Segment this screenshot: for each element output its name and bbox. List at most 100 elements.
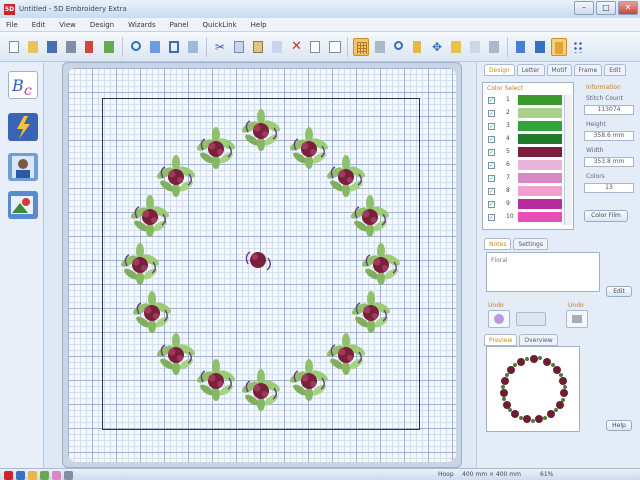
wand-icon[interactable] — [551, 37, 567, 56]
status-design-icon[interactable] — [16, 471, 25, 480]
color-row[interactable]: ✓ 7 — [486, 172, 572, 184]
undo-history-button[interactable] — [516, 312, 546, 326]
measure-icon[interactable] — [448, 38, 464, 56]
picture-icon[interactable] — [8, 191, 38, 219]
ruler-icon[interactable] — [372, 38, 388, 56]
width-value: 353.8 mm — [584, 157, 634, 167]
color-icon[interactable] — [532, 38, 548, 56]
status-bar: Hoop 400 mm × 400 mm 61% — [0, 468, 640, 480]
menu-wizards[interactable]: Wizards — [128, 21, 156, 29]
tab-preview[interactable]: Preview — [484, 334, 518, 346]
title-bar: 5D Untitled - 5D Embroidery Extra – □ ✕ — [0, 0, 640, 18]
status-folder-icon[interactable] — [28, 471, 37, 480]
menu-design[interactable]: Design — [90, 21, 114, 29]
settings-icon[interactable] — [570, 38, 586, 56]
menu-help[interactable]: Help — [251, 21, 267, 29]
menu-view[interactable]: View — [59, 21, 76, 29]
color-swatch — [518, 134, 562, 144]
color-row[interactable]: ✓ 5 — [486, 146, 572, 158]
move-icon[interactable]: ✥ — [429, 38, 445, 56]
design-preview — [486, 346, 580, 432]
tab-design[interactable]: Design — [484, 64, 515, 76]
redo-icon[interactable] — [147, 38, 163, 56]
menu-panel[interactable]: Panel — [170, 21, 189, 29]
app-logo-icon: 5D — [4, 3, 15, 15]
undo-icon[interactable] — [128, 38, 144, 56]
tab-letter[interactable]: Letter — [516, 64, 545, 76]
notes-tabs: Notes Settings — [484, 238, 548, 250]
toolbar-divider — [347, 36, 348, 57]
menu-quicklink[interactable]: QuickLink — [203, 21, 237, 29]
save-icon[interactable] — [44, 38, 60, 56]
tab-frame[interactable]: Frame — [573, 64, 603, 76]
tab-edit[interactable]: Edit — [604, 64, 626, 76]
color-row[interactable]: ✓ 4 — [486, 133, 572, 145]
close-button[interactable]: ✕ — [618, 1, 638, 15]
import-icon[interactable] — [82, 38, 98, 56]
edit-button[interactable]: Edit — [606, 286, 632, 297]
tab-overview[interactable]: Overview — [519, 334, 558, 346]
notes-field[interactable]: Floral — [486, 252, 600, 292]
delete-icon[interactable]: ✕ — [288, 38, 304, 56]
height-label: Height — [586, 121, 606, 128]
toolbar-divider — [507, 36, 508, 57]
window-icon[interactable] — [326, 38, 342, 56]
status-color-icon[interactable] — [52, 471, 61, 480]
color-swatch — [518, 108, 562, 118]
cut-icon[interactable]: ✂ — [212, 38, 228, 56]
pan-icon[interactable] — [410, 38, 426, 56]
main-toolbar: ✂ ✕ ✥ — [0, 32, 640, 62]
help-button[interactable]: Help — [606, 420, 632, 431]
menu-file[interactable]: File — [6, 21, 18, 29]
portrait-icon[interactable] — [8, 153, 38, 181]
color-row[interactable]: ✓ 8 — [486, 185, 572, 197]
stitch-icon[interactable] — [486, 38, 502, 56]
export-icon[interactable] — [101, 38, 117, 56]
minimize-button[interactable]: – — [574, 1, 594, 15]
new-icon[interactable] — [6, 38, 22, 56]
color-row[interactable]: ✓ 6 — [486, 159, 572, 171]
page-icon[interactable] — [307, 38, 323, 56]
text-icon[interactable] — [467, 38, 483, 56]
clone-icon[interactable] — [269, 38, 285, 56]
tab-settings[interactable]: Settings — [513, 238, 548, 250]
paste-icon[interactable] — [250, 38, 266, 56]
select-icon[interactable] — [185, 38, 201, 56]
hierarchy-icon[interactable] — [513, 38, 529, 56]
color-swatch — [518, 121, 562, 131]
grid-icon[interactable] — [353, 37, 369, 56]
menu-bar: File Edit View Design Wizards Panel Quic… — [0, 18, 640, 32]
color-row[interactable]: ✓ 10 — [486, 211, 572, 223]
status-tool-icon[interactable] — [64, 471, 73, 480]
undo-button[interactable] — [488, 310, 510, 328]
open-icon[interactable] — [25, 38, 41, 56]
undo-label: Undo — [488, 302, 504, 309]
color-swatch — [518, 95, 562, 105]
magic-wand-icon[interactable] — [8, 113, 38, 141]
menu-edit[interactable]: Edit — [32, 21, 46, 29]
window-title: Untitled - 5D Embroidery Extra — [19, 5, 127, 13]
color-list-scrollbar[interactable] — [564, 95, 572, 225]
color-row[interactable]: ✓ 3 — [486, 120, 572, 132]
width-label: Width — [586, 147, 604, 154]
status-stitch-icon[interactable] — [40, 471, 49, 480]
tab-motif[interactable]: Motif — [546, 64, 572, 76]
status-hoop-size: 400 mm × 400 mm — [462, 471, 521, 478]
color-row[interactable]: ✓ 1 — [486, 94, 572, 106]
hoop-icon[interactable] — [166, 38, 182, 56]
maximize-button[interactable]: □ — [596, 1, 616, 15]
redo-button[interactable] — [566, 310, 588, 328]
copy-icon[interactable] — [231, 38, 247, 56]
color-film-button[interactable]: Color Film — [584, 210, 628, 222]
embroidery-design[interactable] — [68, 68, 456, 462]
color-swatch — [518, 160, 562, 170]
color-swatch — [518, 173, 562, 183]
print-icon[interactable] — [63, 38, 79, 56]
zoom-icon[interactable] — [391, 38, 407, 56]
color-row[interactable]: ✓ 2 — [486, 107, 572, 119]
color-swatch — [518, 199, 562, 209]
color-row[interactable]: ✓ 9 — [486, 198, 572, 210]
letters-icon[interactable]: Bc — [8, 71, 38, 99]
tab-notes[interactable]: Notes — [484, 238, 512, 250]
stitch-count-label: Stitch Count — [586, 95, 624, 102]
